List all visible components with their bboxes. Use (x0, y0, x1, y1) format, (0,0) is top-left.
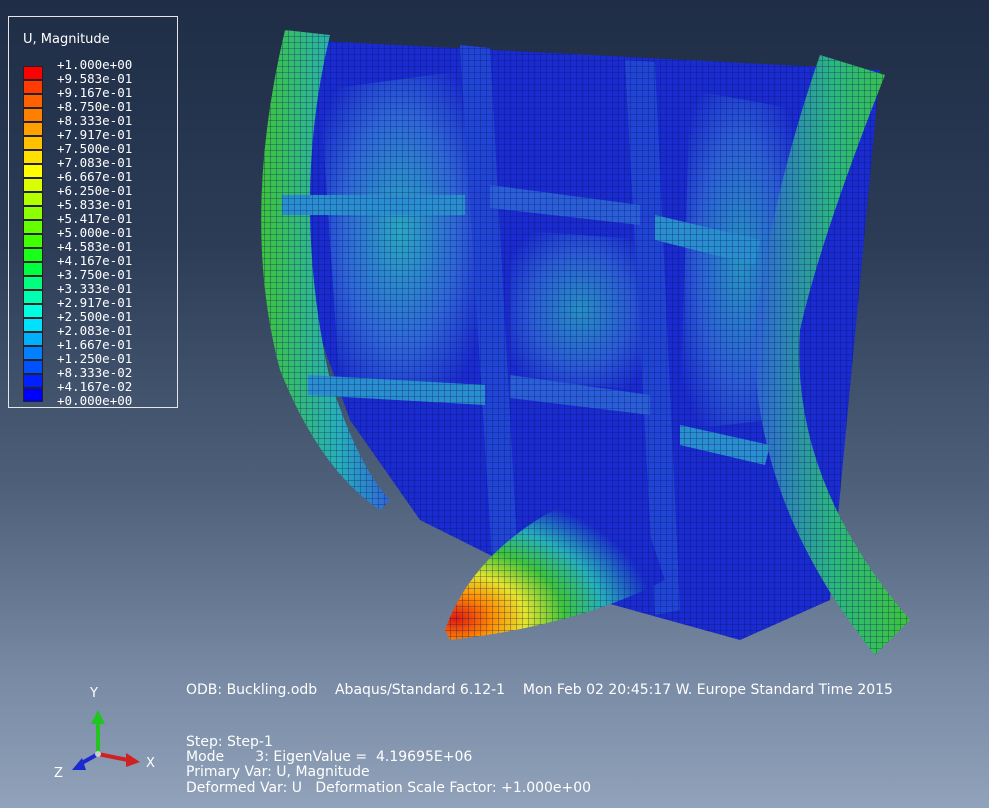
legend-value: +6.250e-01 (57, 183, 133, 198)
contour-legend: U, Magnitude +1.000e+00 +9.583e-01 +9.167e… (8, 16, 178, 408)
legend-value: +5.833e-01 (57, 197, 133, 212)
legend-value: +1.667e-01 (57, 337, 133, 352)
coordinate-triad: Y X Z (40, 680, 170, 790)
step-info: Step: Step-1 (186, 734, 273, 750)
legend-value: +3.333e-01 (57, 281, 133, 296)
legend-value: +7.917e-01 (57, 127, 133, 142)
legend-value: +5.000e-01 (57, 225, 133, 240)
triad-z-label: Z (54, 766, 63, 781)
legend-value: +2.500e-01 (57, 309, 133, 324)
legend-value: +4.583e-01 (57, 239, 133, 254)
legend-value: +8.750e-01 (57, 99, 133, 114)
legend-value: +5.417e-01 (57, 211, 133, 226)
legend-value: +2.917e-01 (57, 295, 133, 310)
legend-value: +7.083e-01 (57, 155, 133, 170)
mode-info: Mode 3: EigenValue = 4.19695E+06 (186, 749, 473, 765)
legend-value: +3.750e-01 (57, 267, 133, 282)
legend-value: +1.250e-01 (57, 351, 133, 366)
legend-value: +0.000e+00 (57, 393, 133, 408)
legend-row: +0.000e+00 (23, 393, 173, 409)
legend-value: +9.167e-01 (57, 85, 133, 100)
legend-value: +1.000e+00 (57, 57, 133, 72)
legend-value: +6.667e-01 (57, 169, 133, 184)
legend-value: +8.333e-01 (57, 113, 133, 128)
legend-value: +9.583e-01 (57, 71, 133, 86)
odb-info-line: ODB: Buckling.odb Abaqus/Standard 6.12-1… (186, 682, 893, 698)
triad-x-label: X (146, 756, 155, 771)
abaqus-viewport[interactable]: U, Magnitude +1.000e+00 +9.583e-01 +9.167e… (0, 0, 989, 808)
legend-value: +7.500e-01 (57, 141, 133, 156)
triad-y-label: Y (90, 686, 98, 701)
legend-value: +4.167e-01 (57, 253, 133, 268)
legend-value: +4.167e-02 (57, 379, 133, 394)
primary-var-info: Primary Var: U, Magnitude (186, 764, 370, 780)
legend-title: U, Magnitude (23, 32, 110, 47)
legend-value: +2.083e-01 (57, 323, 133, 338)
deformed-var-info: Deformed Var: U Deformation Scale Factor… (186, 780, 592, 796)
legend-value: +8.333e-02 (57, 365, 133, 380)
